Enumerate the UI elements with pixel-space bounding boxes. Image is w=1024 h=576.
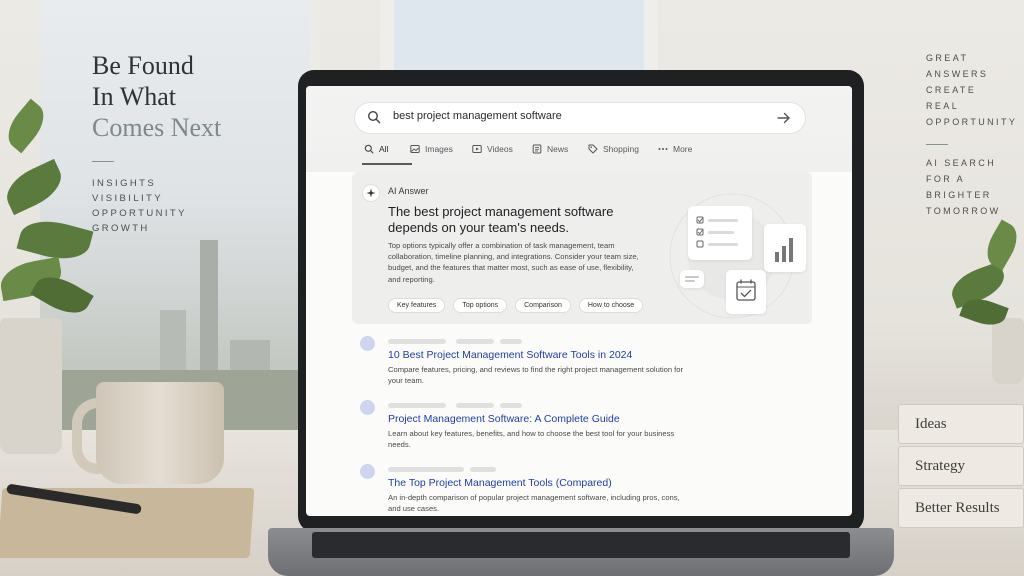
play-icon [472,145,482,153]
calendar-check-icon [736,279,756,301]
subline: AI SEARCH [926,158,997,168]
dots-icon [658,148,668,150]
subline: FOR A BRIGHTER [926,174,992,200]
tagline-word: OPPORTUNITY [926,117,1018,127]
breadcrumb-placeholder [500,403,522,408]
tab-more[interactable]: More [658,142,708,156]
result-title[interactable]: Project Management Software: A Complete … [388,413,620,425]
ai-answer-body: Top options typically offer a combinatio… [388,241,639,284]
keyword: VISIBILITY [92,193,163,204]
right-copy: GREAT ANSWERS CREATE REAL OPPORTUNITY AI… [926,50,1024,219]
ai-illustration [652,186,812,320]
result-snippet: Compare features, pricing, and reviews t… [388,365,684,386]
breadcrumb-placeholder [430,467,464,472]
tagline-word: GREAT [926,53,969,63]
chip-how-to-choose[interactable]: How to choose [578,298,644,313]
keyword-list: INSIGHTS VISIBILITY OPPORTUNITY GROWTH [92,176,221,236]
plant-pot [0,318,62,454]
tag-icon [588,144,598,154]
tab-label: More [673,144,693,154]
tab-label: Images [425,144,453,154]
result-snippet: An in-depth comparison of popular projec… [388,493,680,514]
tab-label: Shopping [603,144,639,154]
bar-chart-icon [775,238,793,262]
chip-key-features[interactable]: Key features [388,298,446,313]
ai-answer-label: AI Answer [388,186,429,196]
breadcrumb-placeholder [470,467,496,472]
tab-label: All [379,144,389,154]
checklist-icon [696,216,738,248]
sparkle-icon [362,184,380,202]
arrow-right-icon[interactable] [777,111,791,129]
result-snippet: Learn about key features, benefits, and … [388,429,675,450]
subline: TOMORROW [926,206,1001,216]
tab-all[interactable]: All [362,142,412,165]
keyword: OPPORTUNITY [92,208,187,219]
newspaper-icon [532,144,542,154]
headline-line-2: In What [92,82,176,111]
lines-icon [685,276,699,282]
book-stack: Ideas Strategy Better Results [898,404,1024,530]
laptop-screen: best project management software All Ima… [306,86,852,516]
search-tabs: All Images Videos News Shopping More [362,142,708,165]
calendar-card [726,270,766,314]
search-bar[interactable]: best project management software [354,102,806,134]
message-card [680,270,704,288]
result-title[interactable]: 10 Best Project Management Software Tool… [388,349,632,361]
breadcrumb-placeholder [388,339,446,344]
divider [92,161,114,162]
breadcrumb-placeholder [388,403,446,408]
bar-chart-card [764,224,806,272]
tab-images[interactable]: Images [410,142,472,156]
tab-shopping[interactable]: Shopping [588,142,658,156]
image-icon [410,145,420,153]
book-spine: Ideas [898,404,1024,444]
tab-label: News [547,144,569,154]
search-icon[interactable] [367,110,381,129]
book-spine: Strategy [898,446,1024,486]
breadcrumb-placeholder [456,339,494,344]
tagline-word: ANSWERS [926,69,989,79]
plant-pot [992,318,1024,384]
search-input[interactable]: best project management software [393,110,562,122]
site-favicon [360,464,375,479]
headline-line-1: Be Found [92,51,194,80]
search-header: best project management software All Ima… [306,86,852,172]
tagline-word: CREATE [926,85,977,95]
keyword: GROWTH [92,223,150,234]
ai-answer-title: The best project management software dep… [388,204,614,235]
result-title[interactable]: The Top Project Management Tools (Compar… [388,477,612,489]
plant-leaf [979,219,1024,271]
site-favicon [360,400,375,415]
divider [926,144,948,145]
coffee-mug [96,382,224,484]
tab-label: Videos [487,144,513,154]
book-spine: Better Results [898,488,1024,528]
breadcrumb-placeholder [456,403,494,408]
chip-comparison[interactable]: Comparison [515,298,571,313]
laptop-keyboard [312,532,850,558]
search-icon [364,144,374,154]
ai-answer-chips: Key features Top options Comparison How … [388,298,651,313]
ai-answer-panel: AI Answer The best project management so… [352,172,812,324]
breadcrumb-placeholder [500,339,522,344]
checklist-card [688,206,752,260]
left-copy: Be Found In What Comes Next INSIGHTS VIS… [92,50,221,236]
tagline-word: REAL [926,101,960,111]
tab-videos[interactable]: Videos [472,142,532,156]
headline-line-3: Comes Next [92,113,222,142]
keyword: INSIGHTS [92,178,157,189]
window-view-top [380,0,658,72]
chip-top-options[interactable]: Top options [453,298,508,313]
site-favicon [360,336,375,351]
tab-news[interactable]: News [532,142,588,156]
